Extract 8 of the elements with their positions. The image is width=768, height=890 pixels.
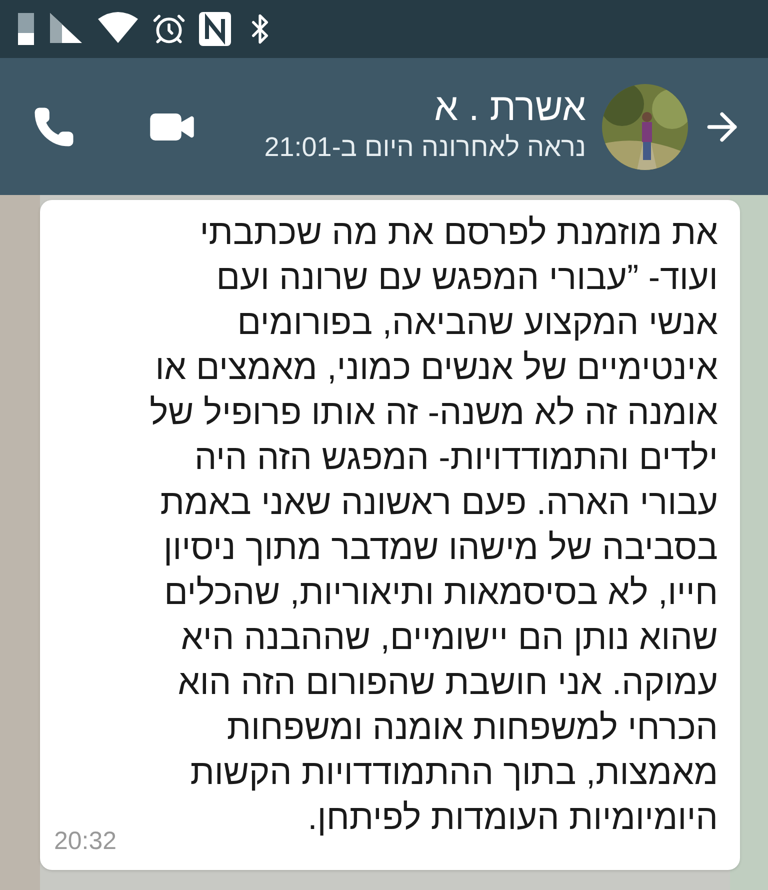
message-time: 20:32 bbox=[54, 826, 117, 856]
last-seen: נראה לאחרונה היום ב-21:01 bbox=[264, 130, 586, 164]
battery-icon bbox=[16, 11, 36, 47]
alarm-icon bbox=[152, 12, 186, 46]
message-text: את מוזמנת לפרסם את מה שכתבתי ועוד- ”עבורי המפגש עם שרונה ועם אנשי המקצוע שהביאה, בפורומים אינטימיים של אנשים כמוני, מאמצים או אומנה זה לא משנה- זה אותו פרופיל של ילדים והתמודדויות- המפגש הזה היה עבורי הארה. פעם ראשונה שאני באמת בסביבה של מישהו שמדבר מתוך ניסיון חייו, לא בסיסמאות ותיאוריות, שהכלים שהוא נותן הם יישומיים, שההבנה היא עמוקה. אני חושבת שהפורום הזה הוא הכרחי למשפחות אומנה ומשפחות מאמצות, בתוך ההתמודדויות הקשות היומיומיות העומדות לפיתחן. bbox=[150, 212, 718, 839]
contact-name: אשרת . א bbox=[434, 88, 586, 127]
signal-icon bbox=[48, 13, 84, 45]
nfc-icon bbox=[198, 11, 232, 47]
